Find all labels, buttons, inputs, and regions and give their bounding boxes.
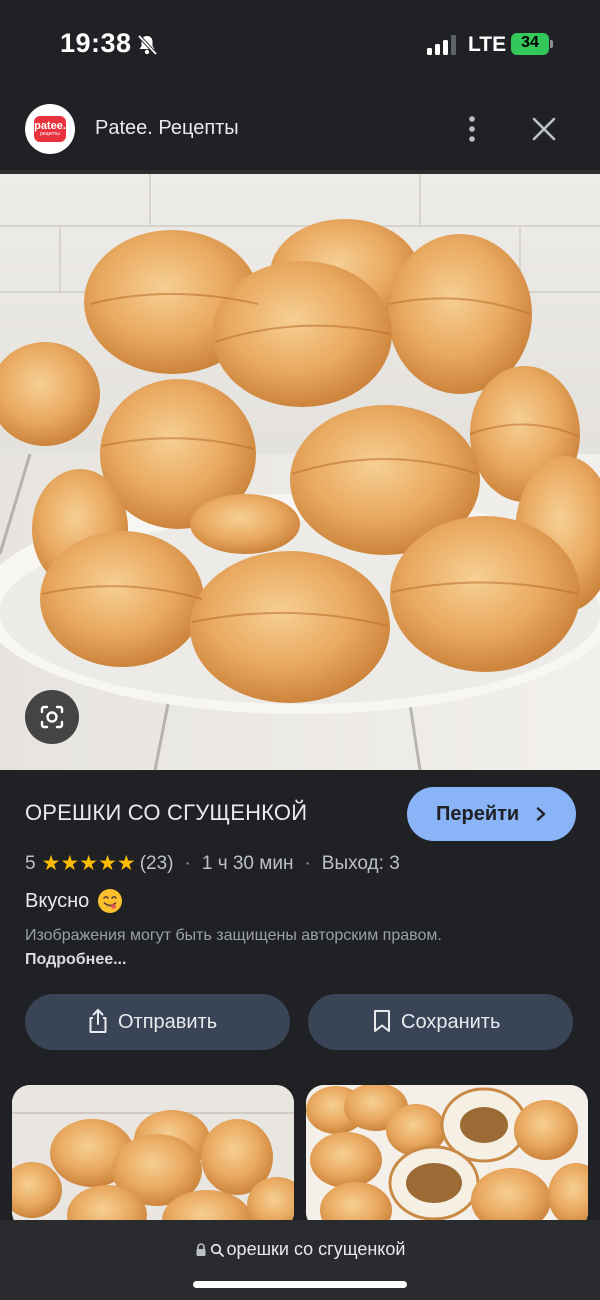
share-button[interactable]: Отправить [25,994,290,1050]
more-vertical-icon[interactable] [458,114,486,144]
recipe-title: ОРЕШКИ СО СГУЩЕНКОЙ [25,800,308,825]
recipe-yield: Выход: 3 [321,853,400,874]
browser-bottom-bar: орешки со сгущенкой [0,1220,600,1300]
star-icon: ★ [98,852,117,875]
close-icon[interactable] [530,115,558,143]
chevron-right-icon [536,807,546,821]
cook-time: 1 ч 30 мин [201,853,294,874]
battery-level: 34 [521,34,539,51]
separator-dot: · [184,853,191,874]
go-button-label: Перейти [436,803,520,825]
source-header: patee. рецепты Patee. Рецепты [0,90,600,170]
lens-icon [40,705,64,729]
copyright-notice: Изображения могут быть защищены авторски… [25,924,495,972]
rating-stars: ★ ★ ★ ★ ★ [41,852,136,875]
star-icon: ★ [60,852,80,875]
address-text: орешки со сгущенкой [226,1239,406,1259]
star-icon: ★ [41,852,61,875]
lens-button[interactable] [25,690,79,744]
yum-emoji-icon [98,889,123,913]
separator-dot: · [304,853,311,874]
save-button[interactable]: Сохранить [308,994,573,1050]
status-time: 19:38 [60,28,132,58]
save-button-label: Сохранить [401,1011,501,1033]
signal-icon [427,35,456,55]
share-icon [89,1009,107,1033]
review-count: (23) [139,853,174,874]
review-snippet: Вкусно [25,888,123,914]
address-bar[interactable]: орешки со сгущенкой [0,1239,600,1260]
go-button[interactable]: Перейти [407,787,576,841]
home-indicator[interactable] [193,1281,407,1288]
star-icon: ★ [79,852,99,875]
source-logo-subtext: рецепты [40,131,60,137]
network-type: LTE [468,33,507,56]
source-name[interactable]: Patee. Рецепты [95,117,239,140]
review-text: Вкусно [25,889,90,912]
battery-icon: 34 [511,33,553,55]
source-logo[interactable]: patee. рецепты [25,104,75,154]
status-bar: 19:38 LTE 34 [0,0,600,90]
copyright-text: Изображения могут быть защищены авторски… [25,927,442,944]
lock-icon [196,1242,206,1256]
recipe-meta: 5 ★ ★ ★ ★ ★ (23) · 1 ч 30 мин · Выход: 3 [25,851,400,877]
learn-more-link[interactable]: Подробнее... [25,951,126,968]
star-icon: ★ [116,852,136,875]
share-button-label: Отправить [118,1011,218,1033]
bookmark-icon [374,1010,390,1032]
bell-off-icon [137,34,158,56]
related-image-1[interactable] [12,1085,294,1230]
recipe-image[interactable] [0,174,600,770]
search-icon [210,1243,224,1257]
rating-value: 5 [25,853,36,874]
related-image-2[interactable] [306,1085,588,1230]
